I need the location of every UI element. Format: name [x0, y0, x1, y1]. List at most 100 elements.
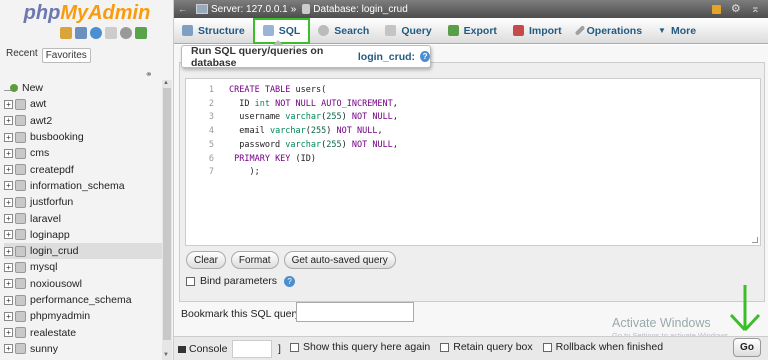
tab-recent[interactable]: Recent — [6, 48, 38, 63]
expand-plus-icon[interactable]: + — [4, 148, 13, 158]
scroll-down-arrow-icon[interactable]: ▼ — [163, 352, 169, 358]
home-icon[interactable] — [60, 27, 72, 39]
expand-plus-icon[interactable]: + — [4, 197, 13, 207]
tree-item-noxiousowl[interactable]: + noxiousowl — [4, 276, 164, 292]
tree-item-loginapp[interactable]: + loginapp — [4, 227, 164, 243]
tree-item-laravel[interactable]: + laravel — [4, 210, 164, 226]
tab-more[interactable]: ▼ More — [650, 18, 704, 44]
tree-item-information-schema[interactable]: + information_schema — [4, 178, 164, 194]
tab-favorites[interactable]: Favorites — [41, 48, 91, 63]
expand-plus-icon[interactable]: + — [4, 132, 13, 142]
bookmark-input[interactable] — [296, 302, 414, 322]
expand-plus-icon[interactable]: + — [4, 246, 13, 256]
tab-structure[interactable]: Structure — [174, 18, 253, 44]
expand-plus-icon[interactable]: + — [4, 279, 13, 289]
phpmyadmin-logo[interactable]: phpMyAdmin — [0, 2, 174, 25]
tree-item-label[interactable]: login_crud — [30, 245, 78, 257]
tree-item-label[interactable]: awt — [30, 98, 46, 110]
tree-item-new[interactable]: New — [4, 80, 164, 96]
tree-item-justforfun[interactable]: + justforfun — [4, 194, 164, 210]
retain-query-box-checkbox[interactable] — [440, 342, 450, 352]
expand-plus-icon[interactable]: + — [4, 165, 13, 175]
tree-item-busbooking[interactable]: + busbooking — [4, 129, 164, 145]
expand-plus-icon[interactable]: + — [4, 344, 13, 354]
go-button[interactable]: Go — [733, 338, 761, 357]
tree-item-phpmyadmin[interactable]: + phpmyadmin — [4, 308, 164, 324]
exit-icon[interactable] — [75, 27, 87, 39]
bind-parameters-checkbox[interactable] — [186, 276, 195, 286]
tree-item-label[interactable]: busbooking — [30, 131, 84, 143]
tree-item-label[interactable]: mysql — [30, 261, 57, 273]
tree-item-label[interactable]: phpmyadmin — [30, 310, 90, 322]
tree-item-label[interactable]: performance_schema — [30, 294, 132, 306]
breadcrumb-server[interactable]: Server: 127.0.0.1 — [211, 4, 288, 15]
tree-item-label[interactable]: information_schema — [30, 180, 125, 192]
sql-query-editor[interactable]: 1 CREATE TABLE users(2 ID int NOT NULL AU… — [185, 78, 761, 246]
lock-icon[interactable] — [711, 5, 721, 14]
tree-item-sunny[interactable]: + sunny — [4, 341, 164, 357]
show-query-checkbox[interactable] — [290, 342, 299, 352]
expand-plus-icon[interactable]: + — [4, 262, 13, 272]
breadcrumb-separator: » — [290, 3, 297, 15]
tree-item-createpdf[interactable]: + createpdf — [4, 161, 164, 177]
tab-query[interactable]: Query — [377, 18, 439, 44]
tab-import[interactable]: Import — [505, 18, 570, 44]
help-icon[interactable]: ? — [284, 275, 296, 287]
tree-item-performance-schema[interactable]: + performance_schema — [4, 292, 164, 308]
expand-plus-icon[interactable]: + — [4, 311, 13, 321]
expand-plus-icon[interactable]: + — [4, 230, 13, 240]
help-icon[interactable]: ? — [420, 51, 430, 62]
expand-plus-icon[interactable]: + — [4, 116, 13, 126]
expand-plus-icon[interactable]: + — [4, 214, 13, 224]
scrollbar-thumb[interactable] — [163, 88, 171, 340]
tree-item-label[interactable]: justforfun — [30, 196, 73, 208]
tree-item-label[interactable]: loginapp — [30, 229, 70, 241]
rollback-option[interactable]: Rollback when finished — [542, 341, 663, 353]
delimiter-input[interactable] — [232, 340, 272, 358]
tree-item-mysql[interactable]: + mysql — [4, 259, 164, 275]
settings-icon[interactable] — [120, 27, 132, 39]
minimize-icon[interactable]: ⌅ — [751, 2, 760, 15]
expand-plus-icon[interactable]: + — [4, 181, 13, 191]
tree-item-label[interactable]: cms — [30, 147, 49, 159]
gear-icon[interactable]: ⚙ — [731, 2, 741, 15]
tooltip-database-link[interactable]: login_crud: — [358, 51, 415, 63]
code-token: ); — [229, 167, 260, 178]
expand-plus-icon[interactable]: + — [4, 328, 13, 338]
clear-button[interactable]: Clear — [186, 251, 226, 269]
reload-icon[interactable] — [135, 27, 147, 39]
rollback-checkbox[interactable] — [542, 342, 552, 352]
tab-search[interactable]: Search — [310, 18, 377, 44]
sql-icon — [262, 25, 274, 36]
get-auto-saved-query-button[interactable]: Get auto-saved query — [283, 251, 396, 269]
tree-item-login-crud[interactable]: + login_crud — [4, 242, 164, 260]
tree-item-label[interactable]: sunny — [30, 343, 58, 355]
tree-item-label[interactable]: awt2 — [30, 115, 52, 127]
tree-item-label[interactable]: laravel — [30, 213, 61, 225]
expand-plus-icon[interactable]: + — [4, 295, 13, 305]
help-icon[interactable] — [90, 27, 102, 39]
line-number: 1 — [208, 85, 214, 95]
breadcrumb-database[interactable]: Database: login_crud — [313, 4, 408, 15]
format-button[interactable]: Format — [230, 251, 279, 269]
show-query-option[interactable]: Show this query here again — [290, 341, 430, 353]
tree-scrollbar[interactable]: ▲ ▼ — [162, 80, 172, 360]
scroll-up-arrow-icon[interactable]: ▲ — [163, 80, 169, 86]
tree-item-awt[interactable]: + awt — [4, 96, 164, 112]
tab-label: Search — [334, 24, 370, 37]
tree-item-realestate[interactable]: + realestate — [4, 324, 164, 340]
tree-item-awt2[interactable]: + awt2 — [4, 113, 164, 129]
tab-export[interactable]: Export — [440, 18, 505, 44]
tree-item-label[interactable]: createpdf — [30, 164, 74, 176]
expand-plus-icon[interactable]: + — [4, 99, 13, 109]
link-with-main-icon[interactable]: ⚭ — [145, 69, 153, 80]
resize-grip-icon[interactable] — [752, 237, 758, 243]
tab-operations[interactable]: Operations — [570, 18, 650, 44]
docs-icon[interactable] — [105, 27, 117, 39]
tree-item-label[interactable]: realestate — [30, 327, 76, 339]
console-toggle[interactable]: Console — [178, 343, 228, 355]
tree-item-cms[interactable]: + cms — [4, 145, 164, 161]
retain-query-box-option[interactable]: Retain query box — [440, 341, 533, 353]
collapse-icon[interactable]: ← — [178, 4, 190, 14]
tree-item-label[interactable]: noxiousowl — [30, 278, 82, 290]
